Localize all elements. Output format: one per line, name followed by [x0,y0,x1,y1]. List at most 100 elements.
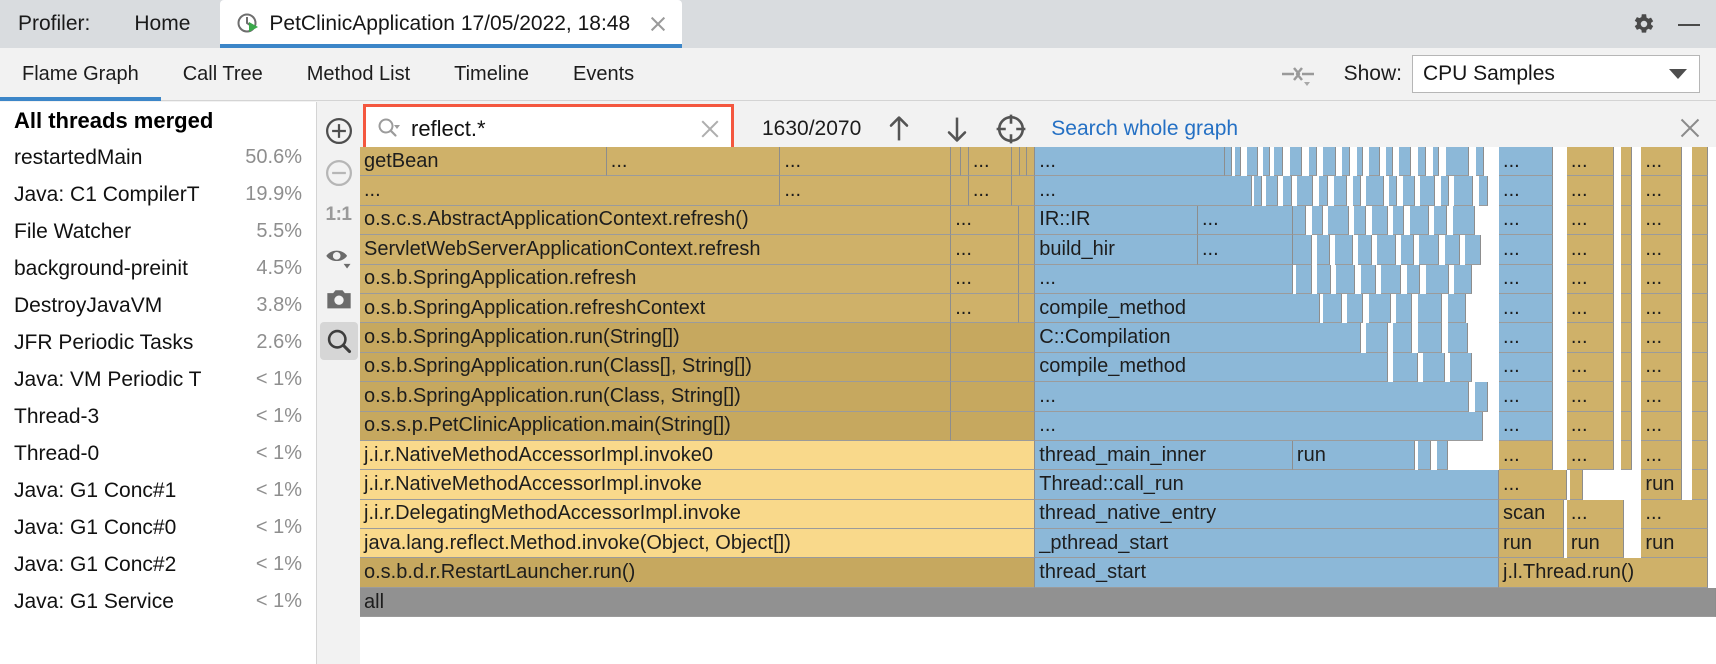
flame-cell[interactable] [1012,176,1036,206]
flame-cell[interactable]: ... [1499,352,1554,383]
tab-method-list[interactable]: Method List [285,48,432,101]
flame-cell[interactable] [1475,147,1485,177]
flame-cell[interactable] [1019,264,1036,294]
flame-cell[interactable]: getBean [360,147,607,177]
flame-cell[interactable]: run [1566,529,1624,559]
flame-cell[interactable]: ... [1641,323,1683,353]
flame-cell[interactable]: IR::IR [1035,205,1198,236]
flame-cell[interactable] [1621,235,1632,265]
flame-cell[interactable]: ... [968,176,1013,206]
flame-cell[interactable] [1432,147,1440,177]
flame-cell[interactable] [1691,235,1708,265]
flame-cell[interactable]: ... [1641,499,1708,530]
flame-cell[interactable] [1318,176,1329,206]
flame-cell[interactable] [1419,235,1440,265]
flame-cell[interactable] [951,352,1036,383]
flame-cell[interactable] [1474,382,1489,412]
flame-cell[interactable] [1417,293,1443,324]
flame-cell[interactable]: build_hir [1035,235,1198,265]
run-session-tab[interactable]: PetClinicApplication 17/05/2022, 18:48 [220,0,683,48]
flame-cell[interactable]: o.s.b.SpringApplication.run(Class, Strin… [360,382,952,412]
flame-cell[interactable]: ... [606,147,781,177]
flame-cell[interactable]: ... [951,205,1019,236]
flame-cell[interactable] [1352,176,1361,206]
gear-icon[interactable] [1630,11,1656,37]
thread-row[interactable]: DestroyJavaVM 3.8% [0,287,316,324]
flame-cell[interactable]: ... [951,293,1019,324]
flame-cell[interactable] [1290,147,1303,177]
flame-cell[interactable] [1454,176,1474,206]
flame-cell[interactable]: ... [1499,411,1554,441]
thread-row[interactable]: File Watcher 5.5% [0,213,316,250]
flame-cell[interactable] [1322,147,1337,177]
flame-cell[interactable] [1265,176,1278,206]
flame-cell[interactable] [1691,440,1708,471]
flame-cell[interactable] [1347,293,1364,324]
flame-cell[interactable] [1336,264,1356,294]
flame-cell[interactable] [1417,147,1426,177]
flame-cell[interactable]: ... [1499,264,1554,294]
flame-cell[interactable] [1263,147,1270,177]
flame-cell[interactable] [1433,205,1448,236]
flame-cell[interactable] [1296,176,1314,206]
flame-cell[interactable]: run [1641,529,1708,559]
flame-cell[interactable]: scan [1499,499,1565,530]
flame-cell[interactable] [1425,264,1449,294]
flame-cell[interactable] [1621,440,1632,471]
flame-cell[interactable] [1317,264,1331,294]
flame-cell[interactable]: ... [1566,323,1615,353]
home-tab[interactable]: Home [128,12,196,36]
flame-cell[interactable] [1386,147,1394,177]
flame-cell[interactable] [1621,411,1632,441]
flame-cell[interactable]: ... [1566,235,1615,265]
flame-cell[interactable] [1621,176,1632,206]
flame-cell[interactable] [951,323,1036,353]
flame-cell[interactable] [1401,235,1414,265]
thread-row-all-merged[interactable]: All threads merged [0,102,316,139]
flame-cell[interactable] [1311,205,1323,236]
flame-cell[interactable]: ... [951,235,1019,265]
flame-cell[interactable]: _pthread_start [1035,529,1500,559]
flame-cell[interactable] [1465,235,1482,265]
flame-cell[interactable]: ... [1641,235,1683,265]
flame-cell[interactable]: o.s.b.SpringApplication.refresh [360,264,952,294]
flame-cell[interactable] [1621,382,1632,412]
flame-cell[interactable] [951,176,969,206]
camera-icon[interactable] [320,280,358,318]
flame-cell[interactable] [1450,352,1472,383]
flame-cell[interactable]: ... [1641,176,1683,206]
flame-cell[interactable]: ... [360,176,781,206]
flame-cell[interactable]: ... [1566,352,1615,383]
thread-row[interactable]: Java: G1 Service < 1% [0,583,316,620]
flame-cell[interactable] [1691,264,1708,294]
flame-cell[interactable] [1234,147,1242,177]
search-whole-graph-link[interactable]: Search whole graph [1051,117,1238,141]
flame-cell[interactable] [1341,147,1350,177]
flame-cell[interactable] [1356,147,1364,177]
thread-row[interactable]: restartedMain 50.6% [0,139,316,176]
tab-timeline[interactable]: Timeline [432,48,551,101]
flame-cell[interactable] [1436,440,1448,471]
close-icon[interactable] [1678,116,1702,140]
flame-cell[interactable] [1389,176,1398,206]
flame-cell[interactable] [1273,147,1284,177]
flame-cell[interactable]: ... [1499,205,1554,236]
flame-cell[interactable]: j.l.Thread.run() [1499,558,1708,588]
thread-list[interactable]: All threads merged restartedMain 50.6% J… [0,102,317,664]
flame-cell[interactable] [1621,205,1632,236]
flame-cell[interactable]: ... [1641,264,1683,294]
flame-cell[interactable] [1621,264,1632,294]
flame-cell[interactable] [1353,205,1367,236]
flame-cell[interactable]: ... [1035,382,1470,412]
flame-cell[interactable]: ... [1566,264,1615,294]
flame-cell[interactable] [1027,147,1036,177]
flame-cell[interactable]: ... [1641,205,1683,236]
flame-cell[interactable] [1440,176,1449,206]
flame-cell[interactable] [1246,147,1258,177]
flame-cell[interactable]: thread_main_inner [1035,440,1293,471]
thread-row[interactable]: Thread-0 < 1% [0,435,316,472]
search-dropdown-icon[interactable] [376,116,402,142]
flame-cell[interactable] [1225,147,1232,177]
flame-cell[interactable] [1446,147,1470,177]
thread-row[interactable]: JFR Periodic Tasks 2.6% [0,324,316,361]
